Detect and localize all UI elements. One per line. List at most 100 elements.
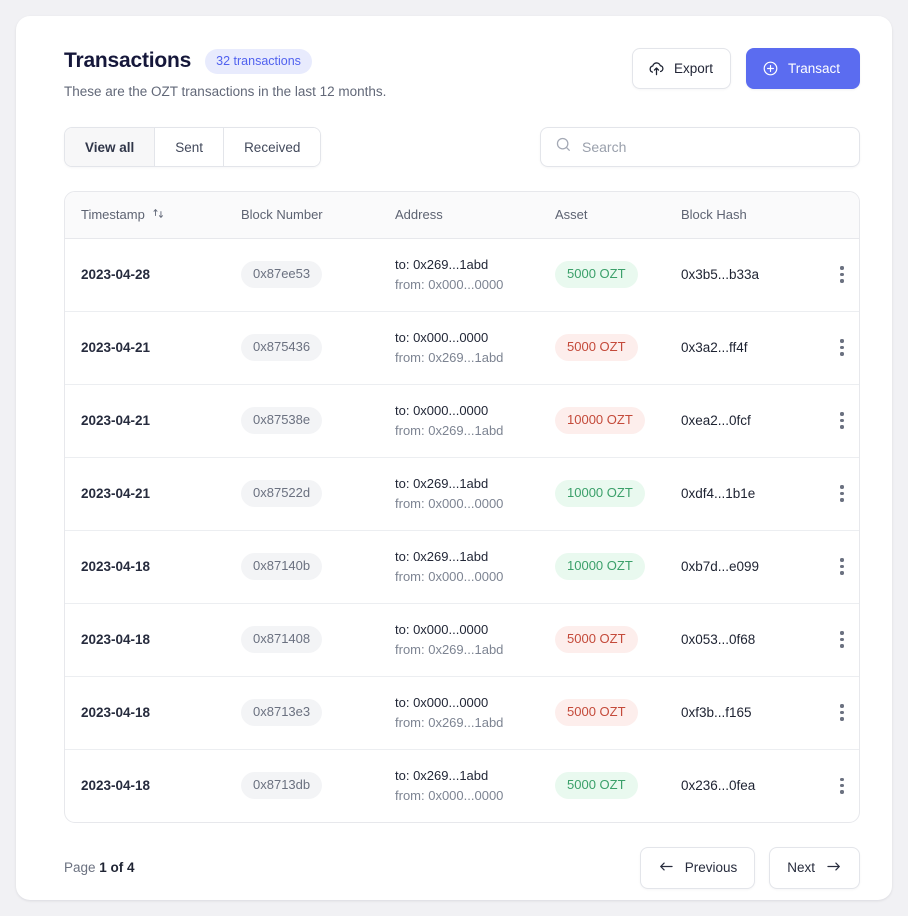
cell-address: to: 0x269...1abd from: 0x000...0000 — [379, 457, 539, 530]
page-background: Transactions 32 transactions These are t… — [0, 0, 908, 916]
cell-asset: 10000 OZT — [539, 530, 665, 603]
cell-timestamp: 2023-04-21 — [65, 384, 225, 457]
cell-actions — [815, 676, 859, 749]
export-button[interactable]: Export — [631, 48, 731, 89]
block-hash-value: 0xdf4...1b1e — [681, 485, 756, 501]
cell-asset: 5000 OZT — [539, 311, 665, 384]
page-indicator-prefix: Page — [64, 860, 96, 876]
sort-arrows-icon[interactable] — [152, 207, 165, 223]
address-from: from: 0x269...1abd — [395, 349, 504, 365]
arrow-right-icon — [825, 859, 842, 877]
cell-actions — [815, 238, 859, 311]
timestamp-value: 2023-04-21 — [81, 485, 151, 501]
cell-block-hash: 0xea2...0fcf — [665, 384, 815, 457]
table-row[interactable]: 2023-04-28 0x87ee53 to: 0x269...1abd from: … — [65, 238, 859, 311]
address-to: to: 0x269...1abd — [395, 475, 489, 491]
address-to: to: 0x000...0000 — [395, 402, 489, 418]
table-row[interactable]: 2023-04-18 0x87140b to: 0x269...1abd from: … — [65, 530, 859, 603]
address-from: from: 0x000...0000 — [395, 787, 504, 803]
timestamp-value: 2023-04-21 — [81, 412, 151, 428]
more-vertical-icon[interactable] — [827, 625, 857, 655]
table-header: Timestamp Block Number Address Asset Blo… — [65, 192, 859, 239]
arrow-left-icon — [658, 859, 675, 877]
more-vertical-icon[interactable] — [827, 333, 857, 363]
search-box[interactable] — [540, 127, 860, 167]
block-hash-value: 0xb7d...e099 — [681, 558, 760, 574]
cell-asset: 5000 OZT — [539, 749, 665, 822]
cell-asset: 5000 OZT — [539, 676, 665, 749]
cell-block-hash: 0xf3b...f165 — [665, 676, 815, 749]
column-header-actions — [815, 192, 859, 239]
address-to: to: 0x269...1abd — [395, 256, 489, 272]
block-hash-value: 0xf3b...f165 — [681, 704, 752, 720]
cell-block-number: 0x8713e3 — [225, 676, 379, 749]
cell-address: to: 0x269...1abd from: 0x000...0000 — [379, 238, 539, 311]
block-number-chip: 0x8713e3 — [241, 699, 323, 726]
page-indicator-value: 1 of 4 — [99, 860, 135, 876]
more-vertical-icon[interactable] — [827, 479, 857, 509]
cell-timestamp: 2023-04-21 — [65, 311, 225, 384]
pagination-buttons: Previous Next — [639, 847, 860, 889]
asset-badge: 5000 OZT — [555, 772, 638, 800]
block-number-chip: 0x87538e — [241, 407, 323, 434]
search-icon — [555, 136, 572, 158]
tab-received[interactable]: Received — [224, 128, 321, 166]
address-from: from: 0x269...1abd — [395, 641, 504, 657]
table-row[interactable]: 2023-04-21 0x875436 to: 0x000...0000 from: … — [65, 311, 859, 384]
more-vertical-icon[interactable] — [827, 771, 857, 801]
cloud-upload-icon — [648, 60, 665, 77]
address-from: from: 0x269...1abd — [395, 422, 504, 438]
pagination-bar: Page 1 of 4 Previous Next — [16, 823, 892, 889]
block-hash-value: 0x053...0f68 — [681, 631, 756, 647]
cell-timestamp: 2023-04-18 — [65, 530, 225, 603]
page-indicator: Page 1 of 4 — [64, 860, 135, 875]
asset-badge: 5000 OZT — [555, 699, 638, 726]
table-row[interactable]: 2023-04-18 0x8713db to: 0x269...1abd from: … — [65, 749, 859, 822]
cell-address: to: 0x269...1abd from: 0x000...0000 — [379, 749, 539, 822]
transact-button-label: Transact — [787, 60, 840, 76]
cell-address: to: 0x000...0000 from: 0x269...1abd — [379, 676, 539, 749]
more-vertical-icon[interactable] — [827, 552, 857, 582]
cell-block-hash: 0xdf4...1b1e — [665, 457, 815, 530]
cell-address: to: 0x000...0000 from: 0x269...1abd — [379, 311, 539, 384]
more-vertical-icon[interactable] — [827, 698, 857, 728]
table-row[interactable]: 2023-04-18 0x8713e3 to: 0x000...0000 from: … — [65, 676, 859, 749]
filter-tabs: View all Sent Received — [64, 127, 322, 167]
address-to: to: 0x269...1abd — [395, 767, 489, 783]
timestamp-value: 2023-04-18 — [81, 631, 151, 647]
cell-block-hash: 0x3b5...b33a — [665, 238, 815, 311]
plus-circle-icon — [762, 60, 779, 77]
transactions-card: Transactions 32 transactions These are t… — [16, 16, 892, 900]
table-row[interactable]: 2023-04-21 0x87538e to: 0x000...0000 from: … — [65, 384, 859, 457]
tab-view-all[interactable]: View all — [65, 128, 156, 166]
address-to: to: 0x269...1abd — [395, 548, 489, 564]
transact-button[interactable]: Transact — [745, 48, 860, 89]
block-hash-value: 0xea2...0fcf — [681, 412, 751, 428]
asset-badge: 5000 OZT — [555, 626, 638, 653]
address-to: to: 0x000...0000 — [395, 329, 489, 345]
table-row[interactable]: 2023-04-18 0x871408 to: 0x000...0000 from: … — [65, 603, 859, 676]
transaction-count-badge: 32 transactions — [205, 48, 312, 74]
column-header-timestamp[interactable]: Timestamp — [65, 192, 225, 239]
address-from: from: 0x000...0000 — [395, 568, 504, 584]
more-vertical-icon[interactable] — [827, 260, 857, 290]
cell-block-number: 0x875436 — [225, 311, 379, 384]
header-text-group: Transactions 32 transactions These are t… — [64, 46, 386, 101]
address-from: from: 0x000...0000 — [395, 495, 504, 511]
column-header-address: Address — [379, 192, 539, 239]
asset-badge: 5000 OZT — [555, 334, 638, 361]
block-number-chip: 0x871408 — [241, 626, 323, 653]
search-input[interactable] — [582, 139, 845, 155]
block-number-chip: 0x875436 — [241, 334, 323, 361]
timestamp-value: 2023-04-21 — [81, 339, 151, 355]
tab-sent[interactable]: Sent — [155, 128, 225, 166]
cell-actions — [815, 457, 859, 530]
previous-page-button[interactable]: Previous — [639, 847, 756, 889]
next-page-button[interactable]: Next — [769, 847, 860, 889]
asset-badge: 10000 OZT — [555, 553, 645, 580]
table-row[interactable]: 2023-04-21 0x87522d to: 0x269...1abd from: … — [65, 457, 859, 530]
transactions-table: Timestamp Block Number Address Asset Blo… — [65, 192, 859, 822]
block-number-chip: 0x87522d — [241, 480, 323, 507]
more-vertical-icon[interactable] — [827, 406, 857, 436]
asset-badge: 10000 OZT — [555, 407, 645, 434]
